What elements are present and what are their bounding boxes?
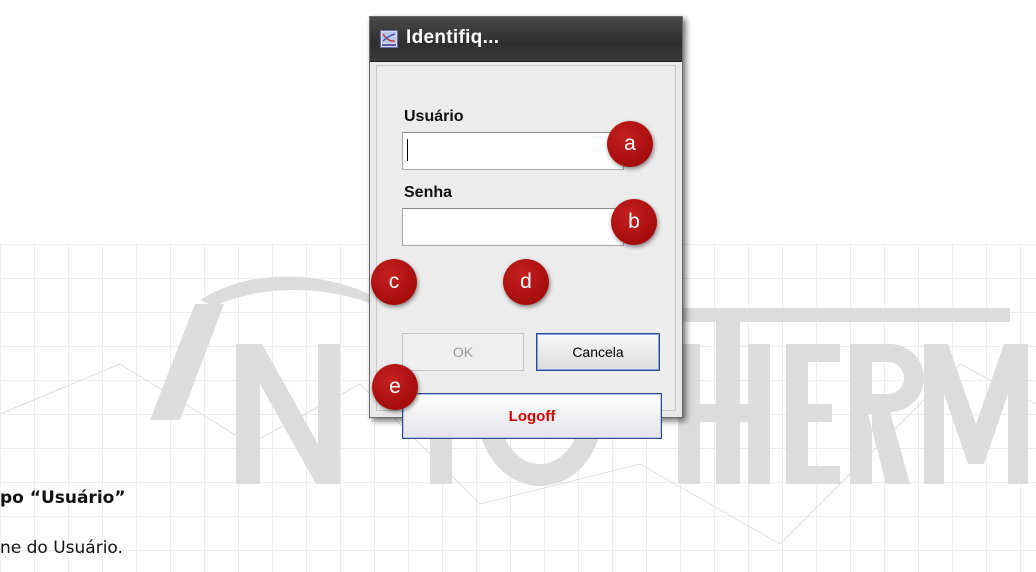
app-window-icon bbox=[380, 30, 398, 48]
callout-marker-c: c bbox=[371, 259, 417, 305]
ok-button[interactable]: OK bbox=[402, 333, 524, 371]
password-label: Senha bbox=[404, 184, 453, 201]
user-label: Usuário bbox=[404, 108, 464, 125]
cancel-button[interactable]: Cancela bbox=[536, 333, 660, 371]
dialog-titlebar[interactable]: Identifiq... bbox=[370, 17, 682, 62]
document-heading-fragment: po “Usuário” bbox=[0, 488, 126, 508]
callout-marker-a: a bbox=[607, 121, 653, 167]
document-body-fragment: ne do Usuário. bbox=[0, 538, 123, 558]
logoff-button[interactable]: Logoff bbox=[402, 393, 662, 439]
text-caret bbox=[407, 139, 408, 161]
dialog-title: Identifiq... bbox=[406, 27, 500, 48]
callout-marker-d: d bbox=[503, 259, 549, 305]
callout-marker-b: b bbox=[611, 199, 657, 245]
password-input[interactable] bbox=[402, 208, 624, 246]
callout-marker-e: e bbox=[372, 364, 418, 410]
user-input[interactable] bbox=[402, 132, 624, 170]
